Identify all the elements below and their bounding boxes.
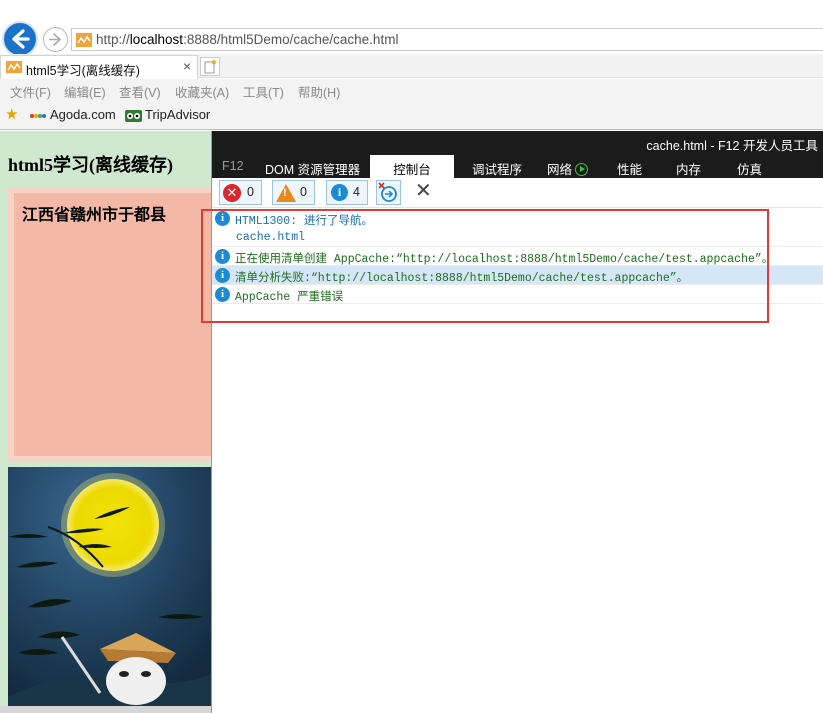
menu-edit[interactable]: 编辑(E) bbox=[64, 82, 106, 101]
play-icon bbox=[575, 163, 589, 176]
menu-tools[interactable]: 工具(T) bbox=[243, 82, 284, 101]
error-icon: ✕ bbox=[223, 184, 241, 202]
favorites-star-icon[interactable]: ★ bbox=[5, 107, 18, 122]
address-box: 江西省赣州市于都县 bbox=[8, 187, 211, 462]
new-tab-icon bbox=[204, 59, 217, 74]
page-bottom-scrollbar bbox=[0, 706, 211, 713]
menu-bar: 文件(F) 编辑(E) 查看(V) 收藏夹(A) 工具(T) 帮助(H) bbox=[0, 79, 823, 101]
favorites-bar: ★ Agoda.com TripAdvisor bbox=[0, 101, 823, 130]
red-highlight-box bbox=[201, 209, 769, 323]
warnings-count: 0 bbox=[300, 185, 307, 199]
page-title: html5学习(离线缓存) bbox=[8, 155, 173, 175]
clear-on-navigate-icon bbox=[378, 182, 397, 202]
errors-filter-button[interactable]: ✕ 0 bbox=[219, 180, 262, 205]
tab-f12: F12 bbox=[222, 159, 244, 173]
favicon-icon bbox=[76, 33, 92, 47]
info-icon: i bbox=[331, 184, 348, 201]
favorite-agoda[interactable]: Agoda.com bbox=[50, 107, 116, 122]
console-toolbar: ✕ 0 ! 0 i 4 ✕ bbox=[212, 178, 823, 208]
messages-filter-button[interactable]: i 4 bbox=[326, 180, 368, 205]
forward-button[interactable] bbox=[43, 27, 68, 52]
tab-performance[interactable]: 性能 bbox=[617, 155, 642, 178]
tripadvisor-icon bbox=[125, 110, 142, 122]
warnings-filter-button[interactable]: ! 0 bbox=[272, 180, 315, 205]
devtools-window-title: cache.html - F12 开发人员工具 bbox=[646, 139, 818, 153]
favicon-icon bbox=[6, 61, 22, 73]
errors-count: 0 bbox=[247, 185, 254, 199]
tab-title: html5学习(离线缓存) bbox=[26, 64, 140, 78]
menu-help[interactable]: 帮助(H) bbox=[298, 82, 340, 101]
devtools-tab-bar: F12 DOM 资源管理器 控制台 调试程序 网络 性能 内存 仿真 bbox=[212, 155, 823, 178]
web-page-content: html5学习(离线缓存) 江西省赣州市于都县 bbox=[0, 131, 211, 713]
url-input[interactable]: http://localhost:8888/html5Demo/cache/ca… bbox=[71, 28, 823, 51]
menu-file[interactable]: 文件(F) bbox=[10, 82, 51, 101]
tab-network-label: 网络 bbox=[547, 163, 573, 177]
devtools-titlebar: cache.html - F12 开发人员工具 bbox=[212, 131, 823, 155]
forward-arrow-icon bbox=[49, 33, 61, 46]
tab-memory[interactable]: 内存 bbox=[676, 155, 701, 178]
back-arrow-icon bbox=[12, 29, 30, 49]
warning-mark: ! bbox=[283, 187, 287, 199]
favorite-tripadvisor[interactable]: TripAdvisor bbox=[145, 107, 210, 122]
new-tab-button[interactable] bbox=[200, 57, 220, 76]
agoda-icon bbox=[30, 114, 46, 118]
menu-favorites[interactable]: 收藏夹(A) bbox=[175, 82, 229, 101]
tab-debugger[interactable]: 调试程序 bbox=[472, 155, 522, 178]
tab-close-button[interactable]: × bbox=[183, 58, 191, 74]
tab-dom-explorer[interactable]: DOM 资源管理器 bbox=[265, 155, 360, 178]
tab-strip: html5学习(离线缓存) × bbox=[0, 54, 823, 79]
messages-count: 4 bbox=[353, 185, 360, 199]
url-text: http://localhost:8888/html5Demo/cache/ca… bbox=[96, 32, 399, 47]
moonlit-night-image bbox=[8, 467, 211, 713]
tab-console[interactable]: 控制台 bbox=[370, 155, 454, 178]
tab-network[interactable]: 网络 bbox=[547, 155, 589, 178]
clear-on-navigate-button[interactable] bbox=[376, 180, 401, 205]
menu-view[interactable]: 查看(V) bbox=[119, 82, 161, 101]
address-text: 江西省赣州市于都县 bbox=[22, 207, 167, 224]
tab-emulation[interactable]: 仿真 bbox=[737, 155, 762, 178]
clear-console-icon[interactable]: ✕ bbox=[415, 181, 432, 201]
back-button[interactable] bbox=[2, 21, 38, 57]
address-bar-row: http://localhost:8888/html5Demo/cache/ca… bbox=[0, 0, 823, 57]
tab-cache-page[interactable]: html5学习(离线缓存) × bbox=[0, 55, 198, 79]
